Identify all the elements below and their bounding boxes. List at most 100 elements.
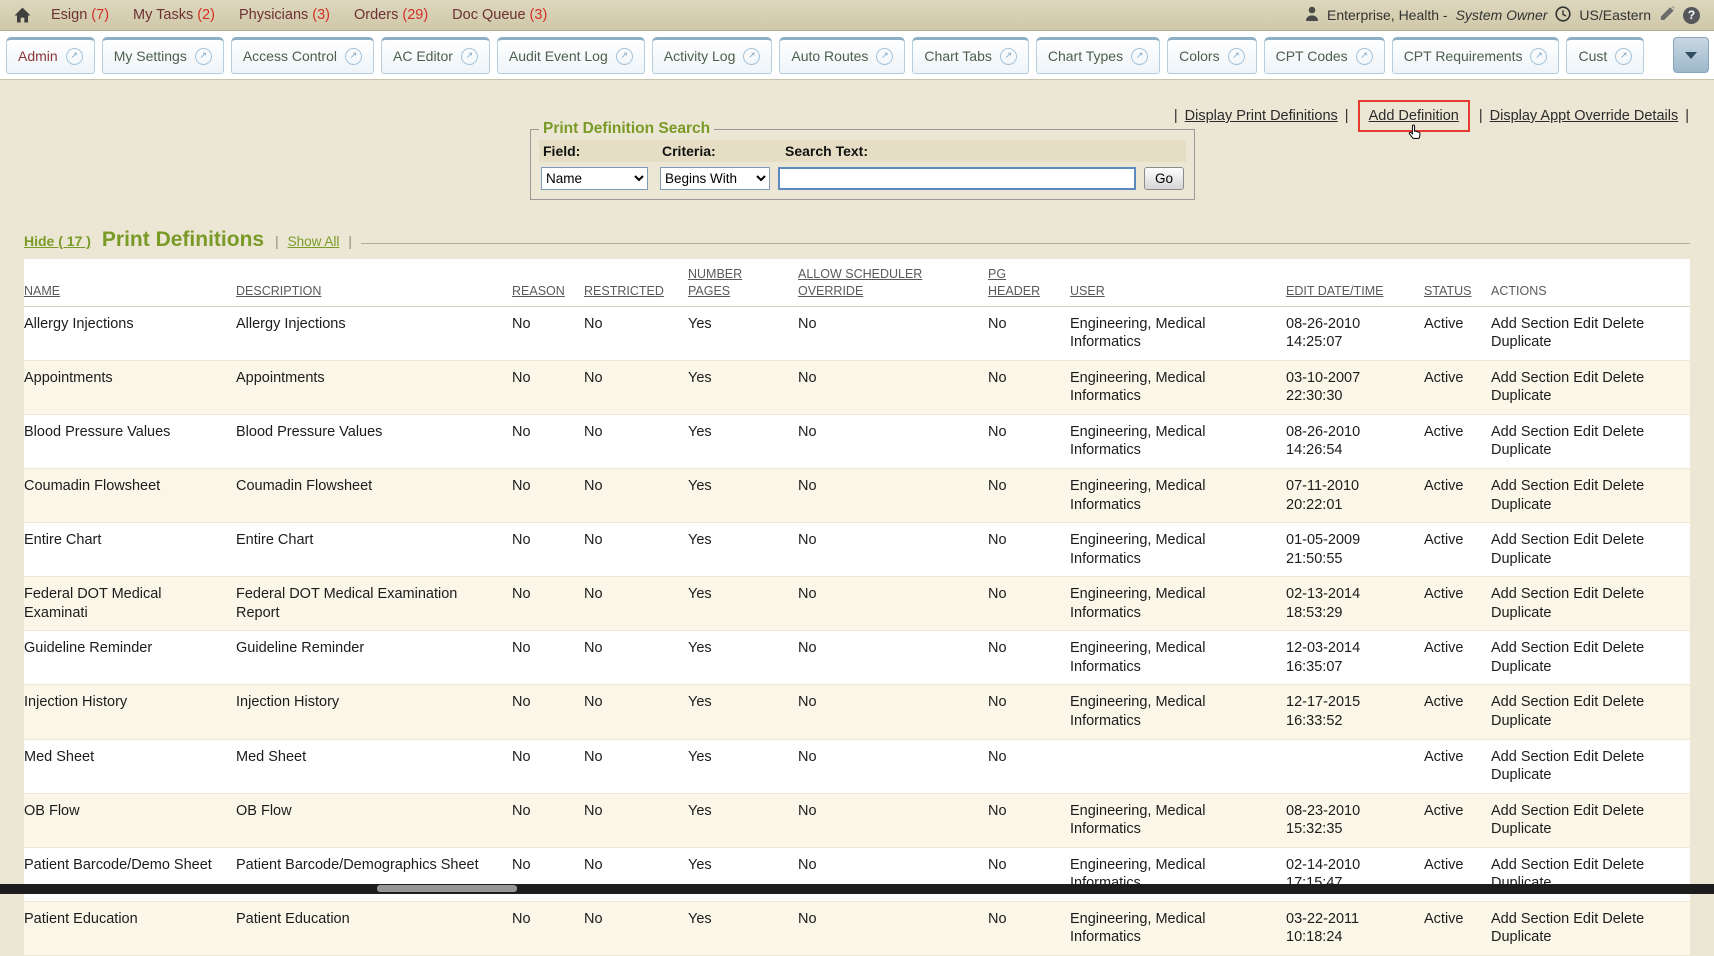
tab-activity-log[interactable]: Activity Log↗: [652, 37, 773, 74]
link-display-appt-override-details[interactable]: Display Appt Override Details: [1490, 108, 1679, 124]
tab-cpt-codes[interactable]: CPT Codes↗: [1264, 37, 1385, 74]
popout-icon[interactable]: ↗: [1615, 48, 1632, 65]
popout-icon[interactable]: ↗: [195, 48, 212, 65]
row-action-edit[interactable]: Edit: [1573, 640, 1598, 656]
popout-icon[interactable]: ↗: [1131, 48, 1148, 65]
popout-icon[interactable]: ↗: [66, 48, 83, 65]
row-action-duplicate[interactable]: Duplicate: [1491, 767, 1551, 783]
row-action-add-section[interactable]: Add Section: [1491, 586, 1569, 602]
row-action-delete[interactable]: Delete: [1602, 640, 1644, 656]
row-action-add-section[interactable]: Add Section: [1491, 749, 1569, 765]
topbar-item-esign[interactable]: Esign (7): [51, 7, 109, 23]
row-action-delete[interactable]: Delete: [1602, 478, 1644, 494]
row-action-delete[interactable]: Delete: [1602, 316, 1644, 332]
row-action-delete[interactable]: Delete: [1602, 586, 1644, 602]
row-action-duplicate[interactable]: Duplicate: [1491, 929, 1551, 945]
row-action-duplicate[interactable]: Duplicate: [1491, 442, 1551, 458]
row-action-edit[interactable]: Edit: [1573, 857, 1598, 873]
row-action-delete[interactable]: Delete: [1602, 749, 1644, 765]
row-action-duplicate[interactable]: Duplicate: [1491, 713, 1551, 729]
row-action-delete[interactable]: Delete: [1602, 694, 1644, 710]
tab-colors[interactable]: Colors↗: [1167, 37, 1256, 74]
row-action-edit[interactable]: Edit: [1573, 749, 1598, 765]
row-action-edit[interactable]: Edit: [1573, 478, 1598, 494]
search-text-input[interactable]: [778, 167, 1136, 190]
row-action-edit[interactable]: Edit: [1573, 694, 1598, 710]
row-action-duplicate[interactable]: Duplicate: [1491, 605, 1551, 621]
row-action-duplicate[interactable]: Duplicate: [1491, 497, 1551, 513]
column-header-status[interactable]: STATUS: [1424, 259, 1491, 306]
tab-cpt-requirements[interactable]: CPT Requirements↗: [1392, 37, 1560, 74]
column-header-user[interactable]: USER: [1070, 259, 1286, 306]
row-action-add-section[interactable]: Add Section: [1491, 370, 1569, 386]
topbar-item-my-tasks[interactable]: My Tasks (2): [133, 7, 215, 23]
row-action-add-section[interactable]: Add Section: [1491, 532, 1569, 548]
row-action-edit[interactable]: Edit: [1573, 532, 1598, 548]
row-action-edit[interactable]: Edit: [1573, 911, 1598, 927]
horizontal-scrollbar[interactable]: [0, 884, 1714, 894]
row-action-duplicate[interactable]: Duplicate: [1491, 334, 1551, 350]
row-action-duplicate[interactable]: Duplicate: [1491, 551, 1551, 567]
row-action-delete[interactable]: Delete: [1602, 911, 1644, 927]
tab-admin[interactable]: Admin↗: [6, 37, 95, 74]
row-action-duplicate[interactable]: Duplicate: [1491, 821, 1551, 837]
popout-icon[interactable]: ↗: [616, 48, 633, 65]
tab-cust[interactable]: Cust↗: [1566, 37, 1644, 74]
column-header-pg-header[interactable]: PG HEADER: [988, 259, 1070, 306]
help-icon[interactable]: ?: [1683, 7, 1700, 24]
row-action-delete[interactable]: Delete: [1602, 424, 1644, 440]
popout-icon[interactable]: ↗: [1356, 48, 1373, 65]
popout-icon[interactable]: ↗: [345, 48, 362, 65]
row-action-delete[interactable]: Delete: [1602, 370, 1644, 386]
tab-my-settings[interactable]: My Settings↗: [102, 37, 224, 74]
row-action-edit[interactable]: Edit: [1573, 316, 1598, 332]
popout-icon[interactable]: ↗: [1530, 48, 1547, 65]
popout-icon[interactable]: ↗: [461, 48, 478, 65]
tab-access-control[interactable]: Access Control↗: [231, 37, 374, 74]
row-action-edit[interactable]: Edit: [1573, 424, 1598, 440]
row-action-add-section[interactable]: Add Section: [1491, 478, 1569, 494]
tab-chart-types[interactable]: Chart Types↗: [1036, 37, 1160, 74]
row-action-edit[interactable]: Edit: [1573, 370, 1598, 386]
row-action-add-section[interactable]: Add Section: [1491, 911, 1569, 927]
row-action-delete[interactable]: Delete: [1602, 532, 1644, 548]
popout-icon[interactable]: ↗: [876, 48, 893, 65]
home-icon[interactable]: [14, 7, 31, 23]
topbar-item-orders[interactable]: Orders (29): [354, 7, 428, 23]
row-action-add-section[interactable]: Add Section: [1491, 424, 1569, 440]
column-header-name[interactable]: NAME: [24, 259, 236, 306]
row-action-add-section[interactable]: Add Section: [1491, 803, 1569, 819]
field-select[interactable]: Name: [541, 167, 648, 190]
column-header-number-pages[interactable]: NUMBER PAGES: [688, 259, 798, 306]
topbar-item-doc-queue[interactable]: Doc Queue (3): [452, 7, 547, 23]
column-header-restricted[interactable]: RESTRICTED: [584, 259, 688, 306]
popout-icon[interactable]: ↗: [1000, 48, 1017, 65]
topbar-item-physicians[interactable]: Physicians (3): [239, 7, 330, 23]
column-header-reason[interactable]: REASON: [512, 259, 584, 306]
popout-icon[interactable]: ↗: [1228, 48, 1245, 65]
row-action-delete[interactable]: Delete: [1602, 803, 1644, 819]
timezone-label[interactable]: US/Eastern: [1579, 7, 1651, 23]
row-action-edit[interactable]: Edit: [1573, 586, 1598, 602]
wand-icon[interactable]: [1659, 6, 1675, 25]
criteria-select[interactable]: Begins With: [660, 167, 770, 190]
row-action-add-section[interactable]: Add Section: [1491, 640, 1569, 656]
popout-icon[interactable]: ↗: [743, 48, 760, 65]
tab-audit-event-log[interactable]: Audit Event Log↗: [497, 37, 645, 74]
show-all-link[interactable]: Show All: [288, 234, 340, 249]
row-action-duplicate[interactable]: Duplicate: [1491, 659, 1551, 675]
row-action-add-section[interactable]: Add Section: [1491, 316, 1569, 332]
row-action-edit[interactable]: Edit: [1573, 803, 1598, 819]
tab-ac-editor[interactable]: AC Editor↗: [381, 37, 490, 74]
column-header-description[interactable]: DESCRIPTION: [236, 259, 512, 306]
tab-auto-routes[interactable]: Auto Routes↗: [779, 37, 905, 74]
row-action-add-section[interactable]: Add Section: [1491, 694, 1569, 710]
row-action-delete[interactable]: Delete: [1602, 857, 1644, 873]
tab-overflow-button[interactable]: [1673, 37, 1709, 73]
row-action-duplicate[interactable]: Duplicate: [1491, 388, 1551, 404]
tab-chart-tabs[interactable]: Chart Tabs↗: [912, 37, 1028, 74]
link-add-definition[interactable]: Add Definition: [1369, 108, 1459, 124]
scrollbar-thumb[interactable]: [377, 885, 517, 892]
row-action-add-section[interactable]: Add Section: [1491, 857, 1569, 873]
link-display-print-definitions[interactable]: Display Print Definitions: [1185, 108, 1338, 124]
